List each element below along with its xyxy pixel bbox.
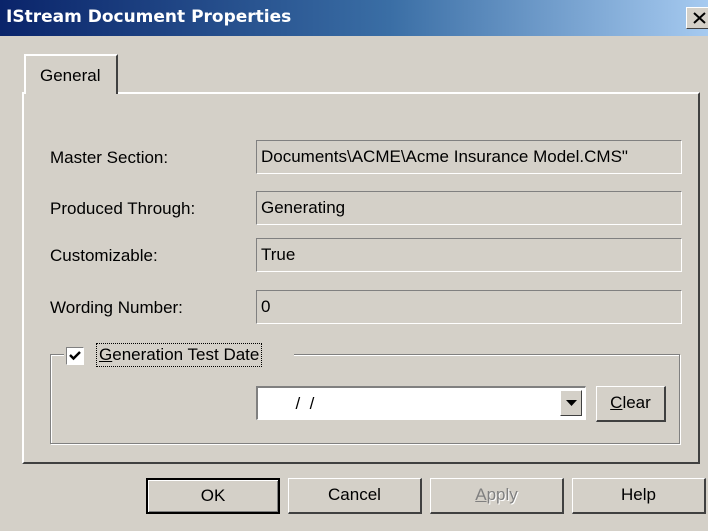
cancel-label: Cancel <box>328 485 381 504</box>
wording-number-field[interactable]: 0 <box>256 290 682 324</box>
help-button[interactable]: Help <box>572 478 706 514</box>
tab-general-label: General <box>40 66 101 85</box>
chevron-down-icon <box>566 400 577 406</box>
clear-label-rest: lear <box>622 393 651 412</box>
checkmark-icon <box>69 351 81 361</box>
generation-test-date-mnemonic: G <box>99 345 113 364</box>
title-bar[interactable]: IStream Document Properties <box>0 0 708 36</box>
produced-through-value: Generating <box>261 198 346 217</box>
apply-button[interactable]: Apply <box>430 478 564 514</box>
close-button[interactable] <box>686 7 708 29</box>
generation-test-date-label[interactable]: Generation Test Date <box>96 343 263 367</box>
generation-test-date-checkbox[interactable] <box>66 347 84 365</box>
clear-mnemonic: C <box>610 393 623 412</box>
date-value: / / <box>286 394 315 413</box>
date-dropdown-button[interactable] <box>560 390 582 416</box>
customizable-label: Customizable: <box>50 246 158 265</box>
ok-button[interactable]: OK <box>146 478 280 514</box>
master-section-field[interactable]: Documents\ACME\Acme Insurance Model.CMS" <box>256 140 682 174</box>
clear-button[interactable]: Clear <box>596 386 666 422</box>
produced-through-label: Produced Through: <box>50 199 196 218</box>
ok-label: OK <box>200 486 226 505</box>
cancel-button[interactable]: Cancel <box>288 478 422 514</box>
customizable-value: True <box>261 245 296 264</box>
window-title: IStream Document Properties <box>6 7 292 27</box>
generation-test-date-label-rest: eneration Test Date <box>112 345 260 364</box>
master-section-value: Documents\ACME\Acme Insurance Model.CMS" <box>261 147 628 166</box>
tab-general[interactable]: General <box>24 54 118 94</box>
wording-number-value: 0 <box>261 297 271 316</box>
customizable-field[interactable]: True <box>256 238 682 272</box>
close-icon <box>693 12 706 24</box>
apply-mnemonic: A <box>475 485 487 504</box>
help-label: Help <box>621 485 656 504</box>
wording-number-label: Wording Number: <box>50 298 183 317</box>
produced-through-field[interactable]: Generating <box>256 191 682 225</box>
master-section-label: Master Section: <box>50 148 169 167</box>
generation-test-date-input[interactable]: / / <box>256 386 586 420</box>
apply-label-rest: pply <box>486 485 518 504</box>
